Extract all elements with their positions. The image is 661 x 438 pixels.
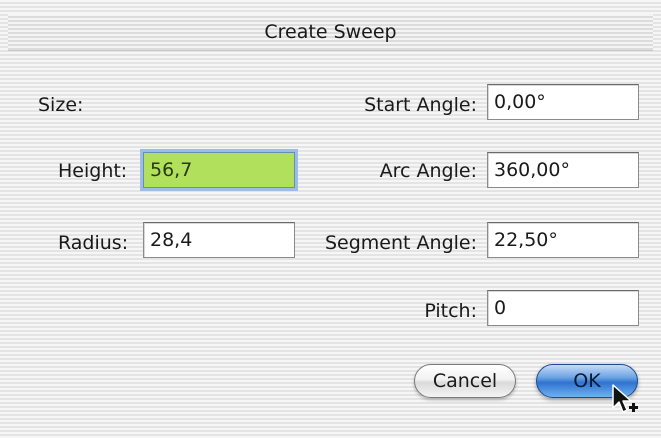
segment-angle-label: Segment Angle: xyxy=(324,232,477,254)
height-field[interactable] xyxy=(143,152,295,188)
segment-angle-field[interactable] xyxy=(487,222,639,258)
cancel-button-label: Cancel xyxy=(432,370,498,392)
radius-field[interactable] xyxy=(143,222,295,258)
dialog-titlebar[interactable]: Create Sweep xyxy=(8,14,653,51)
height-label: Height: xyxy=(58,160,128,182)
cancel-button[interactable]: Cancel xyxy=(414,364,516,398)
start-angle-field[interactable] xyxy=(487,84,639,120)
radius-label: Radius: xyxy=(58,232,129,254)
start-angle-label: Start Angle: xyxy=(364,94,477,116)
arrow-copy-cursor-icon xyxy=(612,384,638,413)
create-sweep-dialog: Create Sweep Size: Height: Radius: Start… xyxy=(0,0,661,438)
arc-angle-field[interactable] xyxy=(487,152,639,188)
pitch-field[interactable] xyxy=(487,290,639,326)
pitch-label: Pitch: xyxy=(424,300,477,322)
arc-angle-label: Arc Angle: xyxy=(379,160,477,182)
dialog-title: Create Sweep xyxy=(264,21,397,43)
ok-button-label: OK xyxy=(573,370,601,392)
size-label: Size: xyxy=(38,94,84,116)
